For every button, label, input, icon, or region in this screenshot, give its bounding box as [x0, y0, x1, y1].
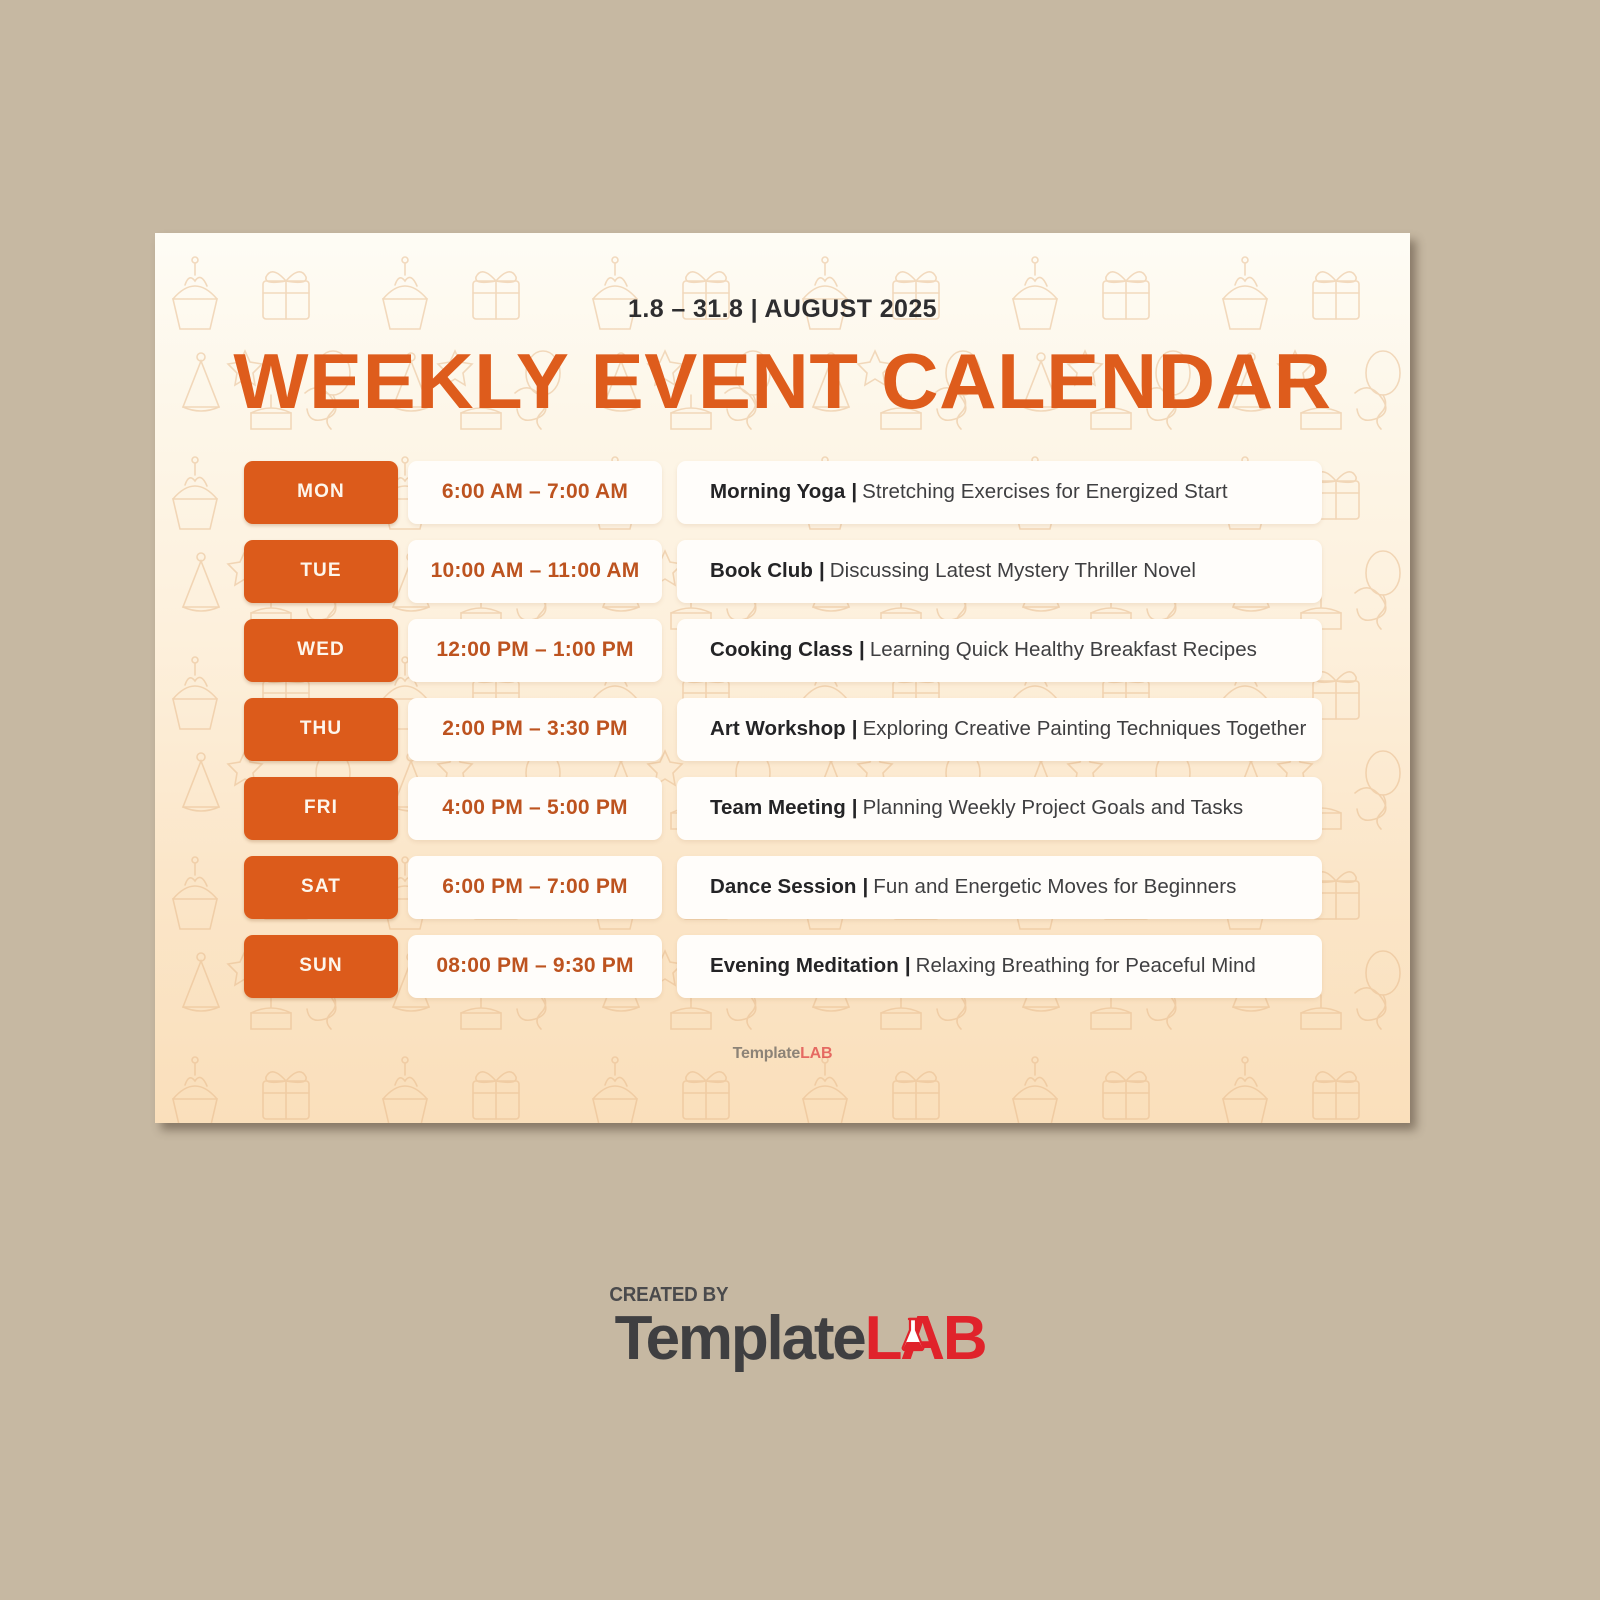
event-title: Cooking Class — [710, 638, 854, 662]
table-row: WED 12:00 PM – 1:00 PM Cooking Class | L… — [244, 618, 1322, 682]
event-separator: | — [859, 638, 865, 662]
table-row: THU 2:00 PM – 3:30 PM Art Workshop | Exp… — [244, 697, 1322, 761]
time-cell-mon[interactable]: 6:00 AM – 7:00 AM — [408, 460, 662, 524]
time-label: 08:00 PM – 9:30 PM — [436, 954, 634, 978]
time-cell-tue[interactable]: 10:00 AM – 11:00 AM — [408, 539, 662, 603]
footer-branding: CREATED BY TemplateLAB — [0, 1284, 1600, 1370]
table-row: TUE 10:00 AM – 11:00 AM Book Club | Disc… — [244, 539, 1322, 603]
event-description: Learning Quick Healthy Breakfast Recipes — [869, 638, 1257, 662]
logo-template-text: Template — [614, 1304, 867, 1373]
day-badge-mon[interactable]: MON — [244, 460, 398, 524]
event-description: Relaxing Breathing for Peaceful Mind — [915, 954, 1256, 978]
table-row: FRI 4:00 PM – 5:00 PM Team Meeting | Pla… — [244, 776, 1322, 840]
day-label: FRI — [304, 797, 338, 819]
templatelab-logo: TemplateLAB — [615, 1308, 988, 1370]
time-cell-thu[interactable]: 2:00 PM – 3:30 PM — [408, 697, 662, 761]
time-label: 4:00 PM – 5:00 PM — [442, 796, 628, 820]
time-cell-sat[interactable]: 6:00 PM – 7:00 PM — [408, 855, 662, 919]
event-separator: | — [862, 875, 869, 899]
event-title: Dance Session — [710, 875, 857, 899]
event-description: Exploring Creative Painting Techniques T… — [862, 717, 1307, 741]
event-title: Team Meeting — [710, 796, 846, 820]
table-row: SUN 08:00 PM – 9:30 PM Evening Meditatio… — [244, 934, 1322, 998]
time-cell-fri[interactable]: 4:00 PM – 5:00 PM — [408, 776, 662, 840]
event-separator: | — [904, 954, 911, 978]
day-label: TUE — [300, 560, 342, 582]
event-title: Morning Yoga — [710, 480, 846, 504]
day-badge-sat[interactable]: SAT — [244, 855, 398, 919]
event-title: Evening Meditation — [710, 954, 899, 978]
table-row: SAT 6:00 PM – 7:00 PM Dance Session | Fu… — [244, 855, 1322, 919]
time-label: 12:00 PM – 1:00 PM — [436, 638, 634, 662]
event-cell-mon[interactable]: Morning Yoga | Stretching Exercises for … — [677, 460, 1322, 524]
event-cell-fri[interactable]: Team Meeting | Planning Weekly Project G… — [677, 776, 1322, 840]
poster-watermark: TemplateLAB — [155, 1045, 1410, 1063]
table-row: MON 6:00 AM – 7:00 AM Morning Yoga | Str… — [244, 460, 1322, 524]
day-badge-thu[interactable]: THU — [244, 697, 398, 761]
event-description: Stretching Exercises for Energized Start — [862, 480, 1228, 504]
poster-header: 1.8 – 31.8 | AUGUST 2025 WEEKLY EVENT CA… — [155, 233, 1410, 422]
event-description: Fun and Energetic Moves for Beginners — [873, 875, 1237, 899]
time-label: 2:00 PM – 3:30 PM — [442, 717, 628, 741]
event-separator: | — [851, 717, 858, 741]
watermark-lab-text: LAB — [800, 1044, 833, 1062]
event-cell-sun[interactable]: Evening Meditation | Relaxing Breathing … — [677, 934, 1322, 998]
date-range-label: 1.8 – 31.8 | AUGUST 2025 — [628, 295, 937, 323]
event-separator: | — [851, 796, 858, 820]
event-cell-tue[interactable]: Book Club | Discussing Latest Mystery Th… — [677, 539, 1322, 603]
day-label: WED — [297, 639, 345, 661]
time-label: 6:00 AM – 7:00 AM — [441, 480, 629, 504]
watermark-template-text: Template — [732, 1044, 801, 1062]
day-badge-sun[interactable]: SUN — [244, 934, 398, 998]
day-label: SAT — [301, 876, 341, 898]
event-calendar-poster: 1.8 – 31.8 | AUGUST 2025 WEEKLY EVENT CA… — [155, 233, 1410, 1123]
event-title: Book Club — [710, 559, 813, 583]
event-cell-sat[interactable]: Dance Session | Fun and Energetic Moves … — [677, 855, 1322, 919]
page-title: WEEKLY EVENT CALENDAR — [233, 337, 1332, 425]
day-label: SUN — [299, 955, 343, 977]
day-label: MON — [297, 481, 345, 503]
time-label: 10:00 AM – 11:00 AM — [430, 559, 640, 583]
event-cell-thu[interactable]: Art Workshop | Exploring Creative Painti… — [677, 697, 1322, 761]
weekly-schedule-list: MON 6:00 AM – 7:00 AM Morning Yoga | Str… — [155, 460, 1410, 998]
event-cell-wed[interactable]: Cooking Class | Learning Quick Healthy B… — [677, 618, 1322, 682]
day-badge-tue[interactable]: TUE — [244, 539, 398, 603]
day-label: THU — [299, 718, 343, 740]
time-cell-wed[interactable]: 12:00 PM – 1:00 PM — [408, 618, 662, 682]
time-label: 6:00 PM – 7:00 PM — [442, 875, 628, 899]
time-cell-sun[interactable]: 08:00 PM – 9:30 PM — [408, 934, 662, 998]
day-badge-fri[interactable]: FRI — [244, 776, 398, 840]
event-description: Discussing Latest Mystery Thriller Novel — [829, 559, 1196, 583]
day-badge-wed[interactable]: WED — [244, 618, 398, 682]
event-description: Planning Weekly Project Goals and Tasks — [862, 796, 1244, 820]
flask-icon — [902, 1317, 925, 1352]
event-separator: | — [851, 480, 858, 504]
event-title: Art Workshop — [710, 717, 846, 741]
event-separator: | — [818, 559, 825, 583]
